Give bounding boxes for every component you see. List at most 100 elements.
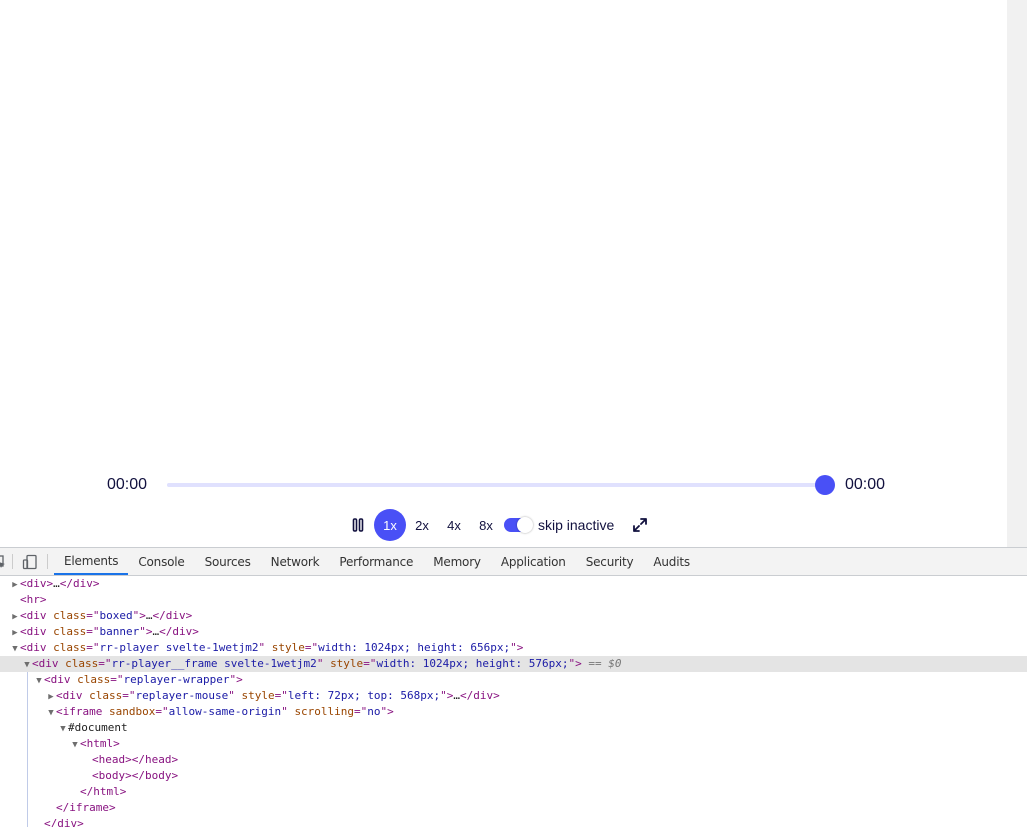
tab-sources[interactable]: Sources — [195, 548, 261, 575]
dom-token: =" — [122, 689, 136, 702]
dom-token: allow-same-origin — [168, 705, 282, 718]
progress-handle[interactable] — [815, 475, 835, 495]
dom-token: <div — [20, 625, 54, 638]
inspect-icon — [0, 554, 5, 568]
dom-token: scrolling — [294, 705, 355, 718]
dom-node[interactable]: ▶ <div class="boxed">…</div> — [0, 608, 1027, 624]
dom-node[interactable]: <body></body> — [0, 768, 1027, 784]
dom-token: style — [330, 657, 364, 670]
collapse-triangle-icon[interactable]: ▼ — [10, 641, 20, 657]
dom-node[interactable]: ▶ <div class="banner">…</div> — [0, 624, 1027, 640]
dom-node[interactable]: ▼ <div class="rr-player svelte-1wetjm2" s… — [0, 640, 1027, 656]
dom-token: "> — [440, 689, 454, 702]
scrollbar-gutter[interactable] — [1007, 0, 1027, 547]
dom-token: =" — [363, 657, 377, 670]
dom-token: "> — [132, 609, 146, 622]
dom-token: style — [241, 689, 275, 702]
expand-triangle-icon[interactable]: ▶ — [10, 609, 20, 625]
tab-audits[interactable]: Audits — [643, 548, 700, 575]
dom-node[interactable]: ▶ <div class="replayer-mouse" style="left… — [0, 688, 1027, 704]
expand-triangle-icon[interactable]: ▶ — [10, 625, 20, 641]
dom-token: </div> — [59, 577, 100, 590]
speed-1x-button[interactable]: 1x — [374, 509, 406, 541]
dom-token: " — [316, 657, 331, 670]
tab-console[interactable]: Console — [128, 548, 194, 575]
dom-token: <div — [32, 657, 66, 670]
dom-token: class — [89, 689, 123, 702]
dom-token: <div — [20, 609, 54, 622]
tab-performance[interactable]: Performance — [329, 548, 423, 575]
tab-memory[interactable]: Memory — [423, 548, 491, 575]
dom-node[interactable]: ▼ <html> — [0, 736, 1027, 752]
dom-node[interactable]: </div> — [0, 816, 1027, 827]
dom-node[interactable]: </iframe> — [0, 800, 1027, 816]
pause-button[interactable] — [346, 509, 370, 541]
device-icon — [22, 554, 37, 569]
collapse-triangle-icon[interactable]: ▼ — [22, 657, 32, 673]
dom-tree: ▶ <div>…</div> <hr> ▶ <div class="boxed">…<… — [0, 576, 1027, 827]
dom-token: class — [53, 609, 87, 622]
total-time: 00:00 — [845, 476, 886, 493]
collapse-triangle-icon[interactable]: ▼ — [34, 673, 44, 689]
dom-token: </iframe> — [56, 801, 116, 814]
tab-security[interactable]: Security — [576, 548, 644, 575]
toolbar-divider — [12, 554, 13, 569]
dom-token: rr-player__frame svelte-1wetjm2 — [111, 657, 317, 670]
pause-icon — [352, 518, 364, 532]
expand-triangle-icon[interactable]: ▶ — [46, 689, 56, 705]
speed-8x-button[interactable]: 8x — [470, 509, 502, 541]
dom-token: <div — [56, 689, 90, 702]
dom-token: width: 1024px; height: 656px; — [318, 641, 511, 654]
dom-token: style — [271, 641, 305, 654]
dom-node-selected[interactable]: ▼ <div class="rr-player__frame svelte-1we… — [0, 656, 1027, 672]
speed-2x-button[interactable]: 2x — [406, 509, 438, 541]
progress-fill — [167, 483, 825, 487]
dom-node[interactable]: ▼ <div class="replayer-wrapper"> — [0, 672, 1027, 688]
progress-bar[interactable] — [167, 475, 835, 495]
dom-token: <div> — [20, 577, 54, 590]
dom-token: replayer-mouse — [135, 689, 229, 702]
dom-token: " — [281, 705, 295, 718]
collapse-triangle-icon[interactable]: ▼ — [70, 737, 80, 753]
dom-node[interactable]: </html> — [0, 784, 1027, 800]
fullscreen-icon — [633, 518, 648, 532]
device-toolbar-button[interactable] — [19, 548, 41, 575]
dom-token: " — [228, 689, 242, 702]
inspect-element-button[interactable] — [0, 548, 8, 575]
dom-token: "> — [380, 705, 394, 718]
dom-token: class — [53, 641, 87, 654]
current-time: 00:00 — [107, 476, 148, 493]
dom-token: width: 1024px; height: 576px; — [376, 657, 569, 670]
dom-token: <head></head> — [92, 753, 179, 766]
tab-network[interactable]: Network — [261, 548, 330, 575]
skip-inactive-toggle[interactable] — [504, 517, 533, 533]
collapse-triangle-icon[interactable]: ▼ — [46, 705, 56, 721]
dom-token: class — [77, 673, 111, 686]
dom-token: "> — [139, 625, 153, 638]
dom-node[interactable]: ▼ #document — [0, 720, 1027, 736]
expand-triangle-icon[interactable]: ▶ — [10, 577, 20, 593]
dom-node[interactable]: ▶ <div>…</div> — [0, 576, 1027, 592]
dom-node[interactable]: <hr> — [0, 592, 1027, 608]
collapse-triangle-icon[interactable]: ▼ — [58, 721, 68, 737]
fullscreen-button[interactable] — [628, 509, 652, 541]
speed-4x-button[interactable]: 4x — [438, 509, 470, 541]
dom-token: "> — [510, 641, 524, 654]
dom-token: </div> — [159, 625, 199, 638]
dom-token: class — [53, 625, 87, 638]
tab-application[interactable]: Application — [491, 548, 576, 575]
dom-token: =" — [110, 673, 124, 686]
dom-token: boxed — [99, 609, 133, 622]
dom-token: <div — [44, 673, 78, 686]
dom-token: " — [258, 641, 272, 654]
dom-token: #document — [68, 721, 128, 734]
dom-node[interactable]: <head></head> — [0, 752, 1027, 768]
dom-token: =" — [304, 641, 319, 654]
dom-node[interactable]: ▼ <iframe sandbox="allow-same-origin" scr… — [0, 704, 1027, 720]
tab-elements[interactable]: Elements — [54, 548, 129, 575]
dom-token: <div — [20, 641, 54, 654]
dom-token: <html> — [80, 737, 120, 750]
devtools-panel: Elements Console Sources Network Perform… — [0, 547, 1027, 827]
dom-token: no — [367, 705, 381, 718]
